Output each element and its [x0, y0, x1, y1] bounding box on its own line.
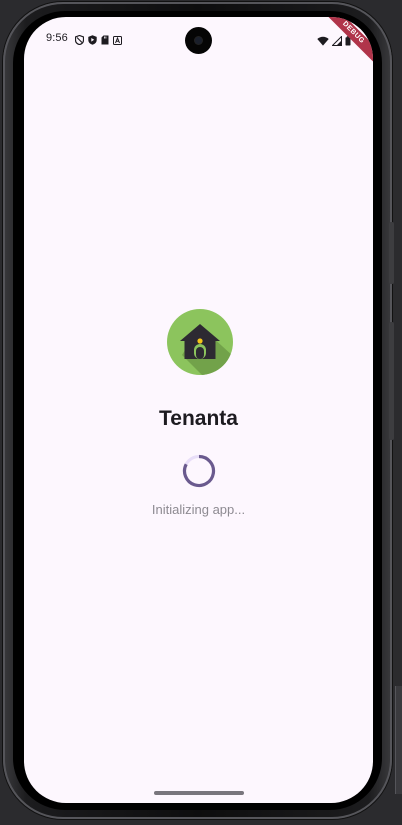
app-logo	[167, 309, 233, 375]
app-name: Tenanta	[159, 407, 238, 430]
phone-frame: 9:56 DEBUG Tenanta Initializing app...	[3, 2, 392, 819]
emulator-stage: 9:56 DEBUG Tenanta Initializing app...	[0, 0, 402, 825]
house-icon	[180, 324, 233, 375]
emulator-side-panel[interactable]	[395, 686, 402, 794]
power-button[interactable]	[389, 222, 394, 284]
loading-message: Initializing app...	[151, 502, 246, 517]
phone-bezel: 9:56 DEBUG Tenanta Initializing app...	[13, 11, 382, 810]
app-screen: 9:56 DEBUG Tenanta Initializing app...	[24, 17, 373, 803]
volume-button[interactable]	[389, 322, 394, 440]
splash-screen: Tenanta Initializing app...	[24, 17, 373, 803]
home-indicator[interactable]	[153, 791, 244, 795]
loading-spinner	[182, 454, 216, 488]
